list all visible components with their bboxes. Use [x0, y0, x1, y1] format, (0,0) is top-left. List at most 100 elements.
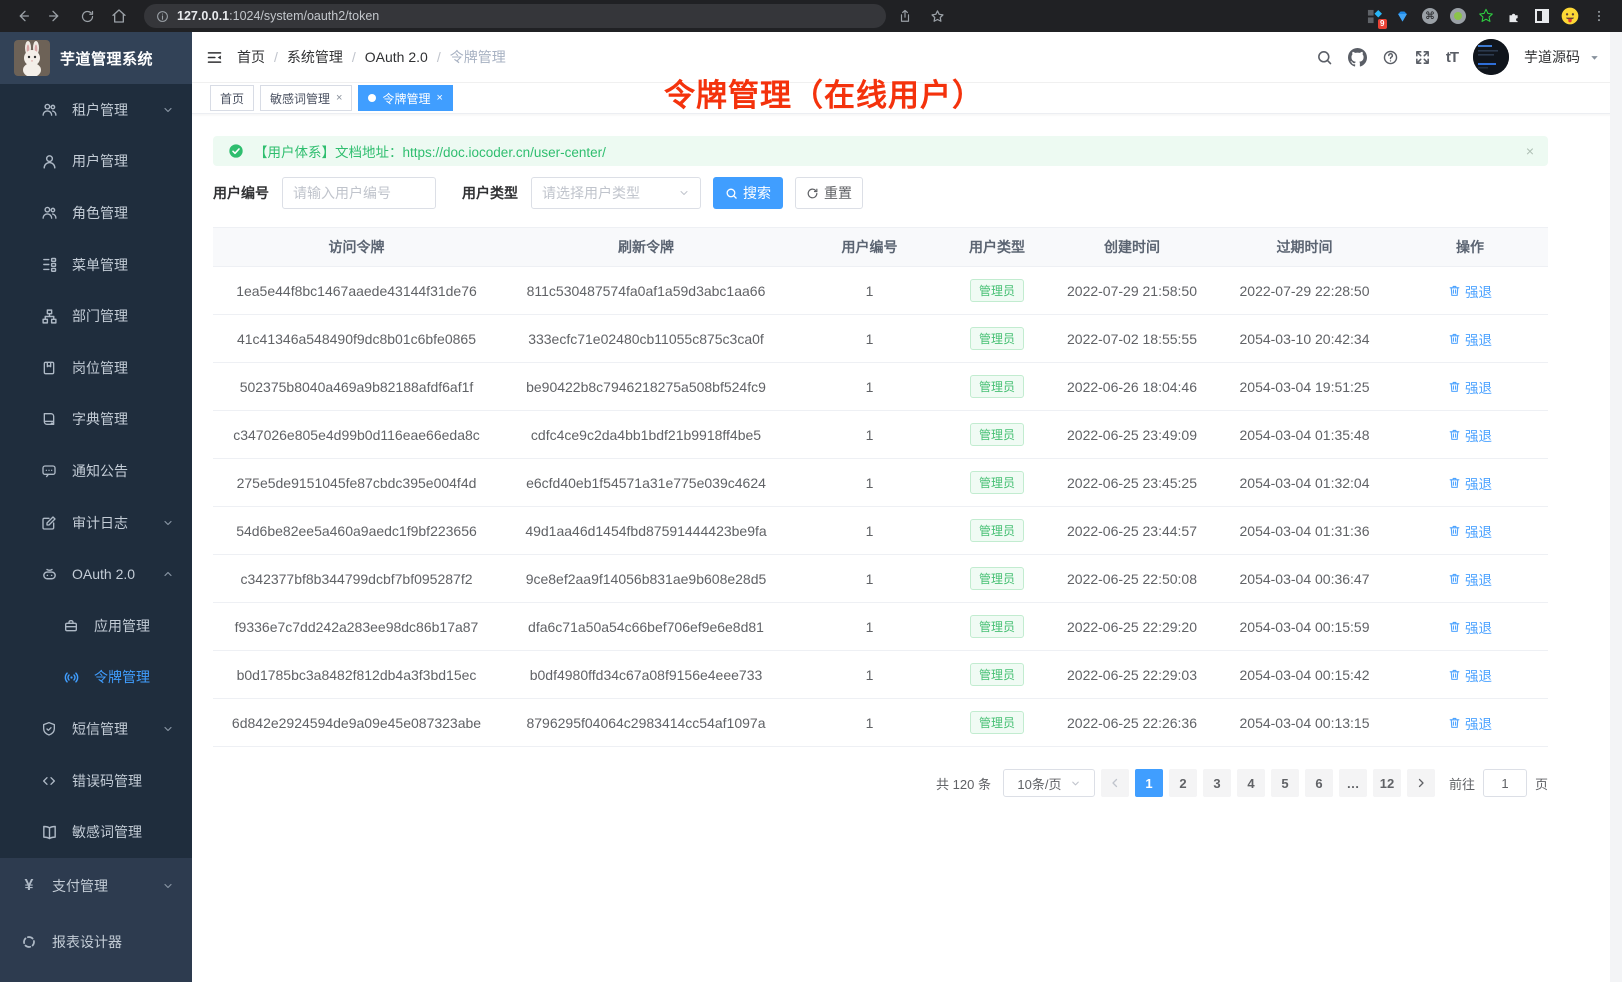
sidebar-item-tenant[interactable]: 租户管理	[0, 84, 192, 136]
page-size-select[interactable]: 10条/页	[1003, 769, 1095, 797]
sidebar-item-sms[interactable]: 短信管理	[0, 703, 192, 755]
sidebar-item-report[interactable]: 报表设计器	[0, 914, 192, 970]
user-id-input[interactable]: 请输入用户编号	[282, 177, 436, 209]
tab-token[interactable]: 令牌管理×	[358, 85, 452, 111]
sidebar-item-dept[interactable]: 部门管理	[0, 290, 192, 342]
alert-close-icon[interactable]: ×	[1526, 143, 1534, 159]
browser-chrome: 127.0.0.1:1024/system/oauth2/token 9 ⌘	[0, 0, 1622, 32]
home-icon[interactable]	[106, 3, 132, 29]
sidebar-item-sensitive[interactable]: 敏感词管理	[0, 806, 192, 858]
search-button[interactable]: 搜索	[713, 177, 783, 209]
profile-avatar-icon[interactable]	[1558, 4, 1582, 28]
force-logout-button[interactable]: 强退	[1448, 617, 1492, 637]
sidebar-item-menu[interactable]: 菜单管理	[0, 239, 192, 291]
force-logout-button[interactable]: 强退	[1448, 473, 1492, 493]
tab-home[interactable]: 首页	[210, 85, 254, 111]
trash-icon	[1448, 668, 1461, 681]
sidebar-item-oauth[interactable]: OAuth 2.0	[0, 548, 192, 600]
sidebar-item-notice[interactable]: 通知公告	[0, 445, 192, 497]
share-icon[interactable]	[892, 3, 918, 29]
reset-button[interactable]: 重置	[795, 177, 863, 209]
extension-tabs-icon[interactable]: 9	[1362, 4, 1386, 28]
extension-cmd-icon[interactable]: ⌘	[1418, 4, 1442, 28]
user-id-label: 用户编号	[213, 183, 269, 203]
sidebar-item-dict[interactable]: 字典管理	[0, 394, 192, 446]
created-cell: 2022-07-02 18:55:55	[1047, 315, 1217, 363]
page-number-button[interactable]: 4	[1237, 769, 1265, 797]
sidebar-item-pay[interactable]: ¥ 支付管理	[0, 858, 192, 914]
username[interactable]: 芋道源码	[1524, 47, 1580, 67]
user-type-cell: 管理员	[947, 555, 1047, 603]
sidebar-item-oauth-token[interactable]: 令牌管理	[0, 652, 192, 704]
force-logout-button[interactable]: 强退	[1448, 425, 1492, 445]
extension-gem-icon[interactable]	[1390, 4, 1414, 28]
page-number-button[interactable]: 6	[1305, 769, 1333, 797]
github-icon[interactable]	[1348, 48, 1367, 67]
search-form: 用户编号 请输入用户编号 用户类型 请选择用户类型 搜索 重置	[213, 177, 1622, 209]
sidebar-fold-icon[interactable]	[206, 49, 223, 66]
shield-check-icon	[40, 721, 58, 737]
tab-sensitive[interactable]: 敏感词管理×	[260, 85, 352, 111]
address-bar[interactable]: 127.0.0.1:1024/system/oauth2/token	[144, 4, 886, 28]
app-logo-row[interactable]: 芋道管理系统	[0, 32, 192, 84]
created-cell: 2022-07-29 21:58:50	[1047, 267, 1217, 315]
force-logout-button[interactable]: 强退	[1448, 281, 1492, 301]
reload-icon[interactable]	[74, 3, 100, 29]
sidebar-item-oauth-app[interactable]: 应用管理	[0, 600, 192, 652]
force-logout-button[interactable]: 强退	[1448, 713, 1492, 733]
page-number-button[interactable]: 12	[1373, 769, 1401, 797]
extension-split-icon[interactable]	[1530, 4, 1554, 28]
search-icon[interactable]	[1316, 49, 1333, 66]
close-icon[interactable]: ×	[436, 92, 442, 104]
action-cell: 强退	[1392, 411, 1548, 459]
sidebar-item-label: 角色管理	[72, 203, 128, 223]
created-cell: 2022-06-26 18:04:46	[1047, 363, 1217, 411]
sidebar-item-user[interactable]: 用户管理	[0, 136, 192, 188]
force-logout-button[interactable]: 强退	[1448, 665, 1492, 685]
alert-doc-link[interactable]: https://doc.iocoder.cn/user-center/	[403, 145, 606, 160]
force-logout-button[interactable]: 强退	[1448, 521, 1492, 541]
page-number-button[interactable]: …	[1339, 769, 1367, 797]
back-icon[interactable]	[10, 3, 36, 29]
jump-page-input[interactable]	[1483, 769, 1527, 797]
access-token-cell: c347026e805e4d99b0d116eae66eda8c	[213, 411, 500, 459]
extension-dot-icon[interactable]	[1446, 4, 1470, 28]
next-page-button[interactable]	[1407, 769, 1435, 797]
caret-down-icon[interactable]	[1589, 52, 1600, 63]
font-size-icon[interactable]: tT	[1446, 49, 1458, 66]
force-logout-button[interactable]: 强退	[1448, 329, 1492, 349]
sidebar-item-role[interactable]: 角色管理	[0, 187, 192, 239]
page-number-button[interactable]: 2	[1169, 769, 1197, 797]
page-info-icon[interactable]	[156, 10, 169, 23]
user-type-select[interactable]: 请选择用户类型	[531, 177, 701, 209]
browser-menu-icon[interactable]	[1586, 3, 1612, 29]
extensions-puzzle-icon[interactable]	[1502, 4, 1526, 28]
close-icon[interactable]: ×	[336, 92, 342, 104]
force-logout-button[interactable]: 强退	[1448, 377, 1492, 397]
force-logout-button[interactable]: 强退	[1448, 569, 1492, 589]
briefcase-icon	[62, 618, 80, 634]
breadcrumb-home[interactable]: 首页	[237, 47, 265, 67]
breadcrumb-system[interactable]: 系统管理	[287, 47, 343, 67]
sidebar-item-label: 令牌管理	[94, 667, 150, 687]
bookmark-star-icon[interactable]	[924, 3, 950, 29]
page-number-button[interactable]: 1	[1135, 769, 1163, 797]
sidebar-item-post[interactable]: 岗位管理	[0, 342, 192, 394]
user-avatar[interactable]	[1473, 39, 1509, 75]
browser-scrollbar-track[interactable]	[1610, 32, 1622, 982]
report-designer-icon	[20, 934, 38, 950]
help-icon[interactable]	[1382, 49, 1399, 66]
sidebar-item-audit[interactable]: 审计日志	[0, 497, 192, 549]
expires-cell: 2054-03-04 01:32:04	[1217, 459, 1392, 507]
user-id-cell: 1	[792, 651, 947, 699]
created-cell: 2022-06-25 22:29:03	[1047, 651, 1217, 699]
fullscreen-icon[interactable]	[1414, 49, 1431, 66]
page-number-button[interactable]: 3	[1203, 769, 1231, 797]
chevron-down-icon	[1070, 778, 1081, 789]
breadcrumb-oauth[interactable]: OAuth 2.0	[365, 49, 428, 65]
sidebar-item-errcode[interactable]: 错误码管理	[0, 755, 192, 807]
prev-page-button[interactable]	[1101, 769, 1129, 797]
forward-icon[interactable]	[42, 3, 68, 29]
page-number-button[interactable]: 5	[1271, 769, 1299, 797]
extension-star-icon[interactable]	[1474, 4, 1498, 28]
